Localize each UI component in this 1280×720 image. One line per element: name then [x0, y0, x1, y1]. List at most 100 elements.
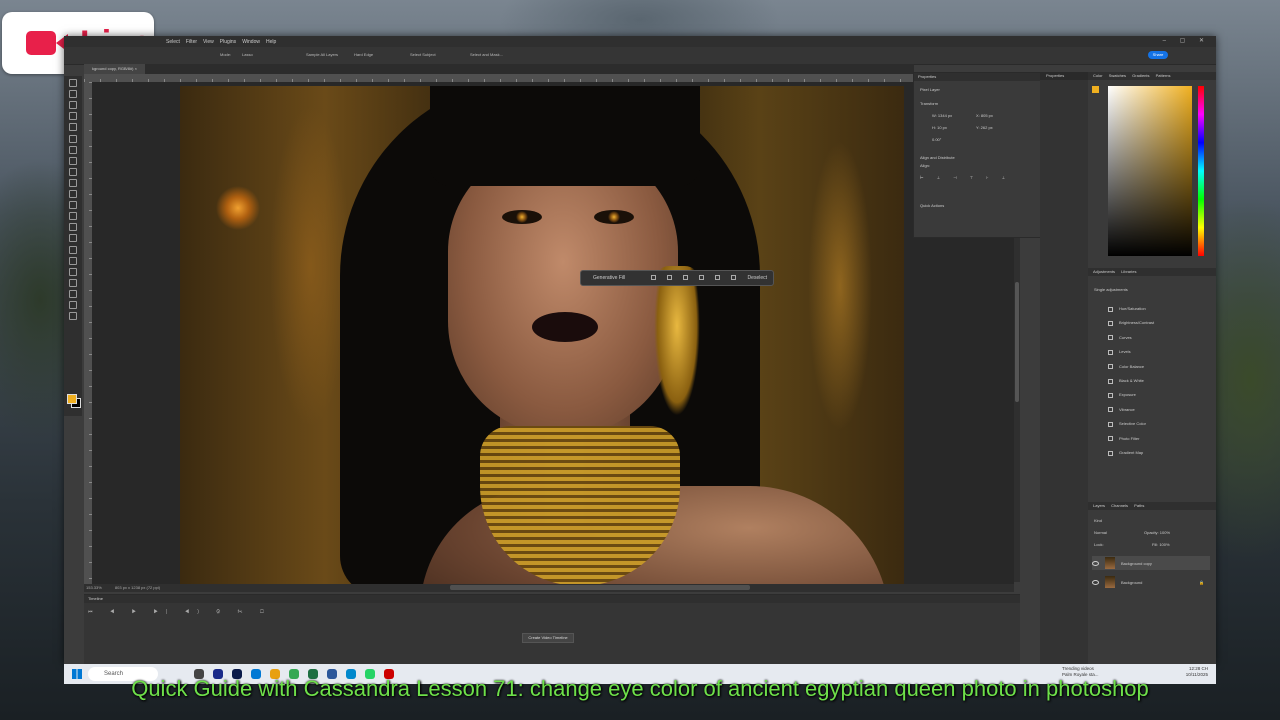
brush-tool-icon[interactable]	[69, 167, 77, 176]
hue-saturation-icon	[1108, 306, 1113, 312]
tab-paths[interactable]: Paths	[1134, 503, 1144, 508]
tab-libraries[interactable]: Libraries	[1121, 269, 1136, 274]
angle-field[interactable]: 0.00°	[932, 137, 941, 142]
strip-properties[interactable]: Properties	[1040, 72, 1088, 80]
adj-brightness-contrast[interactable]: Brightness/Contrast	[1108, 316, 1154, 330]
menu-select[interactable]: Select	[166, 39, 180, 45]
horizontal-scrollbar[interactable]	[450, 585, 750, 590]
object-select-tool-icon[interactable]	[69, 112, 77, 121]
layer-background[interactable]: Background 🔒	[1092, 575, 1210, 589]
adj-selective-color[interactable]: Selective Color	[1108, 417, 1154, 431]
marquee-tool-icon[interactable]	[69, 90, 77, 99]
vertical-scroll-thumb[interactable]	[1015, 282, 1019, 402]
layer-background-copy[interactable]: Background copy	[1092, 556, 1210, 570]
more-tools-icon[interactable]	[69, 312, 77, 321]
select-subject-button[interactable]: Select Subject	[410, 52, 436, 57]
create-video-timeline-button[interactable]: Create Video Timeline	[522, 633, 574, 643]
adj-hue-saturation[interactable]: Hue/Saturation	[1108, 302, 1154, 316]
move-tool-icon[interactable]	[69, 79, 77, 88]
tab-patterns[interactable]: Patterns	[1156, 73, 1171, 78]
adj-exposure[interactable]: Exposure	[1108, 388, 1154, 402]
adj-black-white[interactable]: Black & White	[1108, 374, 1154, 388]
gradient-tool-icon[interactable]	[69, 212, 77, 221]
menu-help[interactable]: Help	[266, 39, 276, 45]
blend-mode-select[interactable]: Normal	[1094, 530, 1107, 535]
menu-filter[interactable]: Filter	[186, 39, 197, 45]
align-buttons[interactable]: ⊢ ⊥ ⊣ ⊤ ⊦ ⊥	[920, 175, 1011, 180]
brush-mask-icon[interactable]	[651, 275, 656, 280]
sample-all-layers-checkbox[interactable]: Sample All Layers	[306, 52, 338, 57]
transform-icon[interactable]	[683, 275, 688, 280]
transform-section[interactable]: Transform	[920, 101, 938, 106]
zoom-level[interactable]: 153.33%	[86, 585, 102, 590]
window-controls[interactable]: – ▢ ✕	[1163, 37, 1210, 44]
history-brush-icon[interactable]	[69, 190, 77, 199]
canvas-area[interactable]: Generative Fill Deselect	[92, 82, 1014, 584]
lasso-tool-icon[interactable]	[69, 101, 77, 110]
visibility-eye-icon[interactable]	[1092, 560, 1099, 566]
quick-actions-section[interactable]: Quick Actions	[920, 203, 944, 208]
color-panel-fg-swatch[interactable]	[1092, 86, 1099, 93]
adj-vibrance[interactable]: Vibrance	[1108, 403, 1154, 417]
healing-tool-icon[interactable]	[69, 156, 77, 165]
width-field[interactable]: W: 1344 px	[932, 113, 952, 118]
invert-icon[interactable]	[667, 275, 672, 280]
kind-filter[interactable]: Kind	[1094, 518, 1102, 523]
foreground-color-swatch[interactable]	[67, 394, 77, 404]
menu-plugins[interactable]: Plugins	[220, 39, 236, 45]
adj-curves[interactable]: Curves	[1108, 331, 1154, 345]
select-and-mask-button[interactable]: Select and Mask...	[470, 52, 503, 57]
visibility-eye-icon[interactable]	[1092, 579, 1099, 585]
tab-gradients[interactable]: Gradients	[1132, 73, 1149, 78]
document-tabbar: kground copy, RGB/8#) ×	[84, 64, 914, 74]
menu-view[interactable]: View	[203, 39, 214, 45]
layer-type-label: Pixel Layer	[920, 87, 940, 92]
tab-color[interactable]: Color	[1093, 73, 1103, 78]
adj-levels[interactable]: Levels	[1108, 345, 1154, 359]
stamp-tool-icon[interactable]	[69, 178, 77, 187]
zoom-tool-icon[interactable]	[69, 300, 77, 309]
adj-gradient-map[interactable]: Gradient Map	[1108, 446, 1154, 460]
single-adjustments-title[interactable]: Single adjustments	[1094, 287, 1128, 292]
mode-label: Mode:	[220, 52, 232, 57]
layers-panel: Layers Channels Paths Kind Normal Opacit…	[1088, 502, 1216, 664]
hand-tool-icon[interactable]	[69, 289, 77, 298]
earring	[654, 266, 700, 416]
x-field[interactable]: X: 805 px	[976, 113, 993, 118]
menu-window[interactable]: Window	[242, 39, 260, 45]
type-tool-icon[interactable]	[69, 256, 77, 265]
eraser-tool-icon[interactable]	[69, 201, 77, 210]
playback-controls[interactable]: ⏮ ◀ ▶ ▶| ◀) ⚙ ✂ ▢	[88, 609, 272, 615]
path-select-tool-icon[interactable]	[69, 267, 77, 276]
fill-icon[interactable]	[699, 275, 704, 280]
crop-tool-icon[interactable]	[69, 123, 77, 132]
mode-select[interactable]: Lasso	[242, 52, 253, 57]
adj-color-balance[interactable]: Color Balance	[1108, 360, 1154, 374]
tab-channels[interactable]: Channels	[1111, 503, 1128, 508]
y-field[interactable]: Y: 262 px	[976, 125, 993, 130]
tab-layers[interactable]: Layers	[1093, 503, 1105, 508]
generative-fill-button[interactable]: Generative Fill	[593, 275, 625, 281]
hard-edge-checkbox[interactable]: Hard Edge	[354, 52, 373, 57]
dodge-tool-icon[interactable]	[69, 234, 77, 243]
height-field[interactable]: H: 10 px	[932, 125, 947, 130]
pen-tool-icon[interactable]	[69, 245, 77, 254]
hue-slider[interactable]	[1198, 86, 1204, 256]
blur-tool-icon[interactable]	[69, 223, 77, 232]
egyptian-queen-photo[interactable]: Generative Fill Deselect	[180, 86, 904, 584]
more-options-icon[interactable]	[731, 275, 736, 280]
tab-adjustments[interactable]: Adjustments	[1093, 269, 1115, 274]
share-button[interactable]: Share	[1148, 51, 1168, 59]
deselect-button[interactable]: Deselect	[748, 275, 767, 281]
adjust-icon[interactable]	[715, 275, 720, 280]
align-section[interactable]: Align and Distribute	[920, 155, 955, 160]
eyedropper-tool-icon[interactable]	[69, 145, 77, 154]
document-tab[interactable]: kground copy, RGB/8#) ×	[84, 64, 145, 74]
shape-tool-icon[interactable]	[69, 278, 77, 287]
fill-field[interactable]: Fill: 100%	[1152, 542, 1170, 547]
adj-photo-filter[interactable]: Photo Filter	[1108, 432, 1154, 446]
frame-tool-icon[interactable]	[69, 134, 77, 143]
opacity-field[interactable]: Opacity: 100%	[1144, 530, 1170, 535]
tab-swatches[interactable]: Swatches	[1109, 73, 1126, 78]
color-picker-field[interactable]	[1108, 86, 1192, 256]
